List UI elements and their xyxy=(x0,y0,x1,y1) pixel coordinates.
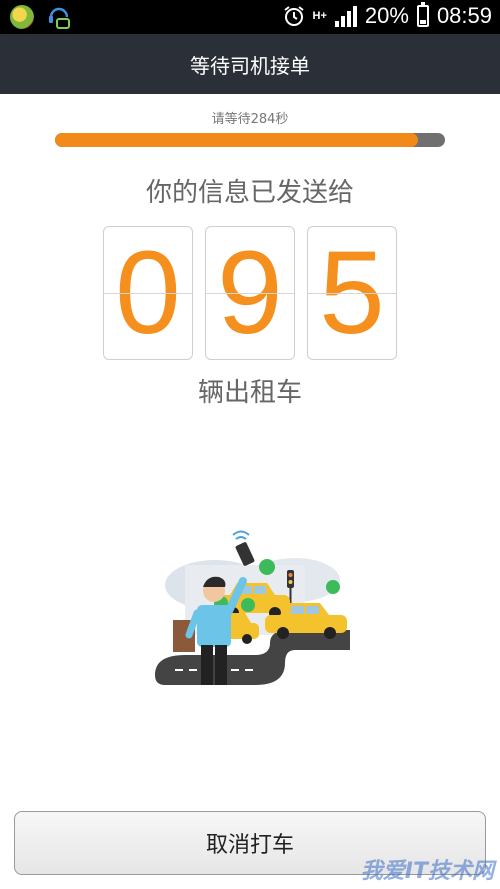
info-sent-heading: 你的信息已发送给 xyxy=(145,178,354,208)
app-icon xyxy=(10,5,34,29)
title-bar: 等待司机接单 xyxy=(0,34,500,94)
digit-card: 9 xyxy=(205,226,295,360)
wait-progress-fill xyxy=(55,133,418,147)
headset-chat-icon xyxy=(48,5,70,29)
clock: 08:59 xyxy=(436,3,492,28)
digit-value: 0 xyxy=(115,227,181,359)
digit-value: 9 xyxy=(217,227,283,359)
alarm-icon xyxy=(283,6,304,26)
page-title: 等待司机接单 xyxy=(190,53,310,78)
battery-icon xyxy=(416,2,429,27)
status-indicators: H+ 20% 08:59 xyxy=(283,2,492,29)
network-type-label: H+ xyxy=(312,10,327,22)
digit-value: 5 xyxy=(319,227,385,359)
digit-card: 0 xyxy=(103,226,193,360)
wait-countdown-text: 请等待284秒 xyxy=(211,112,289,127)
taxi-count-digits: 0 9 5 xyxy=(103,226,397,360)
cancel-ride-label: 取消打车 xyxy=(205,833,294,858)
digit-card: 5 xyxy=(307,226,397,360)
watermark: 我爱IT技术网 xyxy=(360,859,494,884)
notification-icons xyxy=(10,5,70,29)
status-bar: H+ 20% 08:59 xyxy=(0,0,500,34)
battery-level-fill xyxy=(419,20,426,24)
wait-progress-bar xyxy=(55,133,445,147)
taxi-count-label: 辆出租车 xyxy=(197,378,302,408)
signal-icon xyxy=(334,5,357,27)
battery-percentage: 20% xyxy=(364,3,409,28)
person-hailing-taxi-illustration xyxy=(145,525,355,695)
